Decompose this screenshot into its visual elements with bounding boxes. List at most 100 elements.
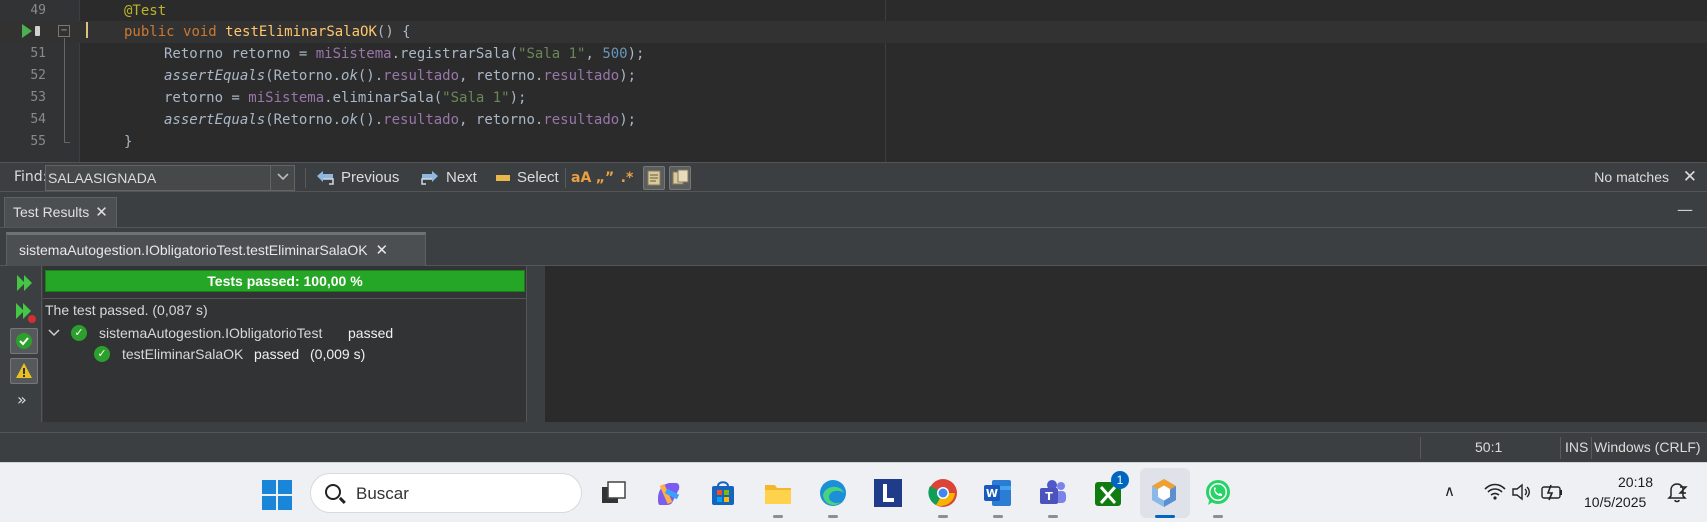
whole-words-icon[interactable]: „”	[594, 168, 616, 188]
svg-text:W: W	[986, 487, 998, 500]
whatsapp-icon[interactable]	[1202, 477, 1234, 509]
change-marker	[86, 22, 88, 38]
search-placeholder: Buscar	[356, 484, 409, 503]
code-editor[interactable]: 49 @Test 50 public void testEliminarSala…	[0, 0, 1707, 162]
arrow-right-icon	[421, 171, 438, 185]
taskbar-search-box[interactable]: Buscar	[310, 473, 582, 513]
toolbar-separator	[565, 168, 566, 188]
find-previous-label: Previous	[341, 169, 400, 186]
subtab-label: sistemaAutogestion.IObligatorioTest.test…	[19, 242, 368, 258]
wrap-around-toggle-icon[interactable]	[669, 166, 691, 190]
close-subtab-icon[interactable]: ✕	[376, 242, 389, 259]
highlight-results-toggle-icon[interactable]	[643, 166, 665, 190]
find-select-label: Select	[517, 169, 559, 186]
svg-text:T: T	[1045, 490, 1053, 503]
test-name: testEliminarSalaOK	[122, 346, 244, 362]
show-hidden-icons-chevron[interactable]: ∧	[1444, 482, 1455, 500]
panel-tab-row: Test Results ✕ —	[0, 192, 1707, 228]
find-next-button[interactable]: Next	[420, 167, 477, 189]
caret-position[interactable]: 50:1	[1475, 439, 1502, 455]
passed-filter-icon	[16, 333, 32, 349]
select-highlight-icon	[496, 175, 510, 182]
test-toolstrip: »	[6, 266, 42, 422]
code-line[interactable]: 53 retorno = miSistema.eliminarSala("Sal…	[0, 87, 1707, 109]
more-actions-icon[interactable]: »	[17, 390, 27, 409]
find-select-button[interactable]: Select	[495, 167, 559, 189]
line-endings[interactable]: Windows (CRLF)	[1594, 439, 1701, 455]
tab-test-results[interactable]: Test Results ✕	[4, 197, 117, 227]
running-indicator	[993, 515, 1003, 518]
copilot-icon[interactable]	[652, 477, 684, 509]
status-separator	[1591, 437, 1592, 459]
insert-mode: INS	[1565, 439, 1589, 455]
test-results-panel: Test Results ✕ — sistemaAutogestion.IObli…	[0, 192, 1707, 432]
close-find-bar-icon[interactable]: ✕	[1683, 167, 1697, 187]
line-number: 53	[30, 90, 46, 105]
find-status: No matches	[1594, 169, 1669, 185]
l-app-icon[interactable]	[872, 477, 904, 509]
summary-text: The test passed. (0,087 s)	[45, 302, 208, 318]
rerun-failed-icon[interactable]	[12, 299, 38, 325]
notifications-icon[interactable]	[1666, 481, 1688, 503]
clock-time[interactable]: 20:18	[1618, 474, 1653, 490]
status-separator	[1560, 437, 1561, 459]
battery-icon[interactable]	[1540, 483, 1564, 501]
test-output-pane[interactable]	[545, 266, 1707, 422]
minimize-panel-icon[interactable]: —	[1677, 200, 1693, 219]
wifi-icon[interactable]	[1484, 483, 1506, 501]
show-passed-toggle[interactable]	[10, 328, 38, 354]
file-explorer-icon[interactable]	[762, 477, 794, 509]
netbeans-icon[interactable]	[1148, 477, 1180, 509]
line-number: 51	[30, 46, 46, 61]
word-icon[interactable]: W	[982, 477, 1014, 509]
find-label: Find:	[14, 169, 48, 185]
search-icon	[325, 484, 341, 500]
code-line[interactable]: 52 assertEquals(Retorno.ok().resultado, …	[0, 65, 1707, 87]
code-line[interactable]: 54 assertEquals(Retorno.ok().resultado, …	[0, 109, 1707, 131]
suite-status: passed	[348, 325, 394, 341]
running-indicator	[773, 515, 783, 518]
running-indicator	[828, 515, 838, 518]
find-history-dropdown[interactable]	[270, 165, 295, 191]
microsoft-store-icon[interactable]	[707, 477, 739, 509]
divider	[43, 298, 527, 299]
chrome-icon[interactable]	[927, 477, 959, 509]
rerun-all-icon[interactable]	[12, 270, 38, 296]
run-test-icon[interactable]	[22, 24, 32, 38]
line-number: 55	[30, 134, 46, 149]
progress-bar: Tests passed: 100,00 %	[45, 270, 525, 292]
code-line[interactable]: 51 Retorno retorno = miSistema.registrar…	[0, 43, 1707, 65]
code-line[interactable]: 55 }	[0, 131, 1707, 153]
warning-filter-icon	[16, 363, 32, 378]
line-number: 54	[30, 112, 46, 127]
teams-icon[interactable]: T	[1037, 477, 1069, 509]
test-time: (0,009 s)	[310, 346, 366, 362]
clock-date[interactable]: 10/5/2025	[1584, 494, 1646, 510]
find-input[interactable]: SALAASIGNADA	[45, 165, 295, 191]
code-line[interactable]: 49 @Test	[0, 0, 1707, 22]
code-line-current[interactable]: 50 public void testEliminarSalaOK() {	[0, 21, 1707, 43]
line-number: 49	[30, 3, 46, 18]
close-tab-icon[interactable]: ✕	[95, 204, 108, 221]
fold-collapse-icon[interactable]: −	[58, 25, 70, 37]
line-number: 52	[30, 68, 46, 83]
volume-icon[interactable]	[1511, 483, 1533, 501]
running-indicator	[1048, 515, 1058, 518]
code-text: Retorno retorno = miSistema.registrarSal…	[164, 46, 645, 62]
code-text: assertEquals(Retorno.ok().resultado, ret…	[164, 68, 637, 84]
task-view-icon[interactable]	[598, 477, 630, 509]
edge-icon[interactable]	[817, 477, 849, 509]
show-warnings-toggle[interactable]	[10, 358, 38, 384]
toolbar-separator	[305, 168, 306, 188]
tab-test-session[interactable]: sistemaAutogestion.IObligatorioTest.test…	[6, 232, 426, 266]
regex-icon[interactable]: .*	[618, 168, 636, 188]
chevron-down-icon[interactable]	[48, 327, 60, 341]
debug-test-icon[interactable]	[35, 26, 40, 36]
chevron-down-icon	[277, 173, 289, 181]
fold-guide	[64, 38, 65, 142]
test-status: passed	[254, 346, 300, 362]
code-text: retorno = miSistema.eliminarSala("Sala 1…	[164, 90, 527, 106]
match-case-icon[interactable]: aA	[571, 168, 591, 188]
windows-start-icon[interactable]	[262, 480, 292, 510]
find-previous-button[interactable]: Previous	[315, 167, 399, 189]
